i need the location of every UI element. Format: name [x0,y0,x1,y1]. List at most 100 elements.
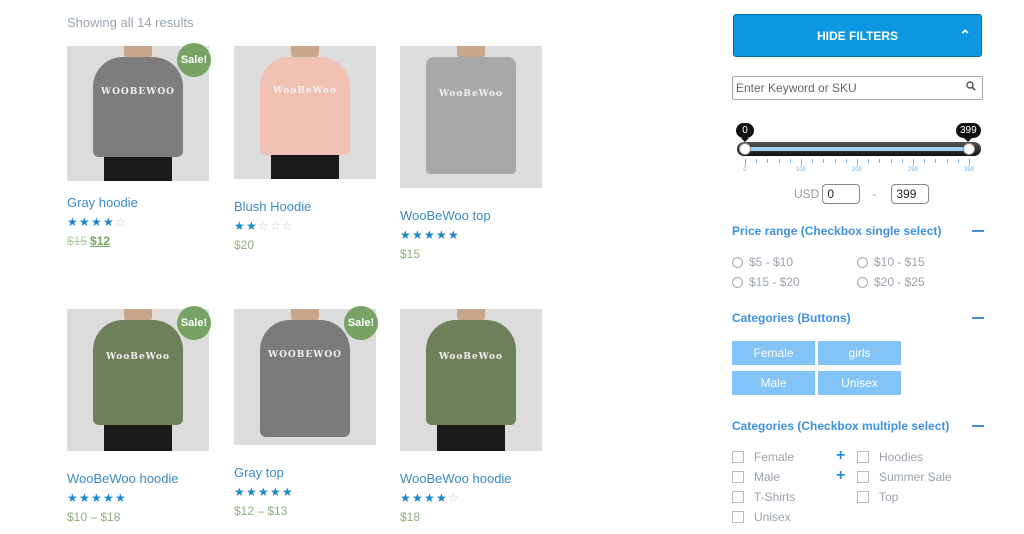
slider-tick [857,159,858,166]
slider-tick [935,159,937,163]
expand-plus-icon[interactable]: + [836,468,845,484]
product-image[interactable]: WooBeWoo [400,309,542,451]
categories-buttons-title[interactable]: Categories (Buttons) [732,311,851,325]
slider-tick [778,159,780,163]
star-rating: ★ ★ ★ ★ ☆ [67,216,217,228]
category-button-unisex[interactable]: Unisex [818,371,901,395]
price-max-input[interactable]: 399 [891,184,930,204]
slider-max-handle[interactable] [963,143,975,155]
product-image[interactable]: WooBeWoo [234,46,376,179]
product-card: WOOBEWOO Sale! Gray hoodie ★ ★ ★ ★ ☆ $15 $12 [67,43,217,248]
product-logo-text: WooBeWoo [438,351,504,362]
checkbox[interactable] [857,491,869,503]
star-filled-icon: ★ [436,491,447,505]
slider-tick [756,159,758,163]
product-title[interactable]: Gray top [234,465,384,480]
star-filled-icon: ★ [67,491,78,505]
product-image[interactable]: WooBeWoo Sale! [67,306,211,451]
product-card: WooBeWoo Sale! WooBeWoo hoodie ★ ★ ★ ★ ★ $10… [67,306,217,524]
product-title[interactable]: Gray hoodie [67,195,217,210]
radio-button[interactable] [732,256,743,268]
star-filled-icon: ★ [79,491,90,505]
product-price: $12 – $13 [234,504,288,518]
collapse-minus-icon[interactable] [972,317,984,319]
keyword-search [732,76,983,100]
option-label: $5 - $10 [749,255,794,269]
star-filled-icon: ★ [258,485,269,499]
category-button-girls[interactable]: girls [818,341,901,365]
star-filled-icon: ★ [448,228,459,242]
product-image[interactable]: WOOBEWOO Sale! [67,43,211,181]
star-empty-icon: ☆ [282,219,293,233]
collapse-minus-icon[interactable] [972,425,984,427]
slider-tick [868,159,870,163]
star-filled-icon: ★ [67,215,78,229]
product-price: $15 [400,247,421,261]
star-filled-icon: ★ [424,491,435,505]
option-label: Hoodies [879,450,924,464]
checkbox[interactable] [732,471,744,483]
slider-tick [823,159,825,163]
category-checkbox[interactable]: Hoodies [857,450,923,464]
slider-tick [924,159,926,163]
star-filled-icon: ★ [436,228,447,242]
checkbox[interactable] [732,451,744,463]
price-min-input[interactable]: 0 [822,184,861,204]
product-title[interactable]: Blush Hoodie [234,199,384,214]
price-range-option[interactable]: $10 - $15 [857,255,925,269]
star-filled-icon: ★ [424,228,435,242]
category-checkbox[interactable]: Female [732,450,794,464]
product-price: $10 – $18 [67,510,121,524]
price-range-title[interactable]: Price range (Checkbox single select) [732,224,941,238]
radio-button[interactable] [857,276,868,288]
checkbox[interactable] [857,471,869,483]
category-checkbox[interactable]: T-Shirts [732,490,795,504]
product-image[interactable]: WooBeWoo [400,46,542,188]
price-range-option[interactable]: $15 - $20 [732,275,800,289]
product-title[interactable]: WooBeWoo hoodie [67,471,217,486]
star-filled-icon: ★ [270,485,281,499]
checkbox[interactable] [732,491,744,503]
category-button-female[interactable]: Female [732,341,815,365]
product-image[interactable]: WOOBEWOO Sale! [234,306,378,445]
categories-checkbox-title[interactable]: Categories (Checkbox multiple select) [732,419,949,433]
slider-tick-label: 399 [963,167,975,173]
product-price: $15 $12 [67,234,217,248]
product-title[interactable]: WooBeWoo hoodie [400,471,550,486]
product-card: WooBeWoo WooBeWoo hoodie ★ ★ ★ ★ ☆ $18 [400,309,550,524]
keyword-search-input[interactable] [733,77,953,99]
radio-button[interactable] [732,276,743,288]
star-filled-icon: ★ [115,491,126,505]
slider-tick [890,159,892,163]
radio-button[interactable] [857,256,868,268]
product-title[interactable]: WooBeWoo top [400,208,550,223]
category-checkbox[interactable]: Unisex [732,510,791,524]
star-rating: ★ ★ ★ ★ ☆ [400,492,550,504]
price-range-option[interactable]: $20 - $25 [857,275,925,289]
category-checkbox[interactable]: Top [857,490,898,504]
slider-tick [901,159,903,163]
category-button-male[interactable]: Male [732,371,815,395]
option-label: $20 - $25 [874,275,925,289]
product-card: WooBeWoo Blush Hoodie ★ ★ ☆ ☆ ☆ $20 [234,46,384,252]
slider-tick [845,159,847,163]
checkbox[interactable] [732,511,744,523]
star-empty-icon: ☆ [115,215,126,229]
slider-tick [789,159,791,163]
slider-min-handle[interactable] [739,143,751,155]
checkbox[interactable] [857,451,869,463]
slider-tick-label: 299 [907,167,919,173]
search-icon[interactable] [966,81,976,91]
product-logo-text: WOOBEWOO [100,86,176,97]
collapse-minus-icon[interactable] [972,230,984,232]
star-filled-icon: ★ [412,228,423,242]
slider-tick-label: 0 [743,167,747,173]
star-filled-icon: ★ [282,485,293,499]
sale-badge: Sale! [177,43,211,77]
price-range-option[interactable]: $5 - $10 [732,255,793,269]
category-checkbox[interactable]: Summer Sale [857,470,952,484]
hide-filters-button[interactable]: HIDE FILTERS ⌃ [733,14,982,57]
star-filled-icon: ★ [91,215,102,229]
expand-plus-icon[interactable]: + [836,448,845,464]
category-checkbox[interactable]: Male [732,470,780,484]
